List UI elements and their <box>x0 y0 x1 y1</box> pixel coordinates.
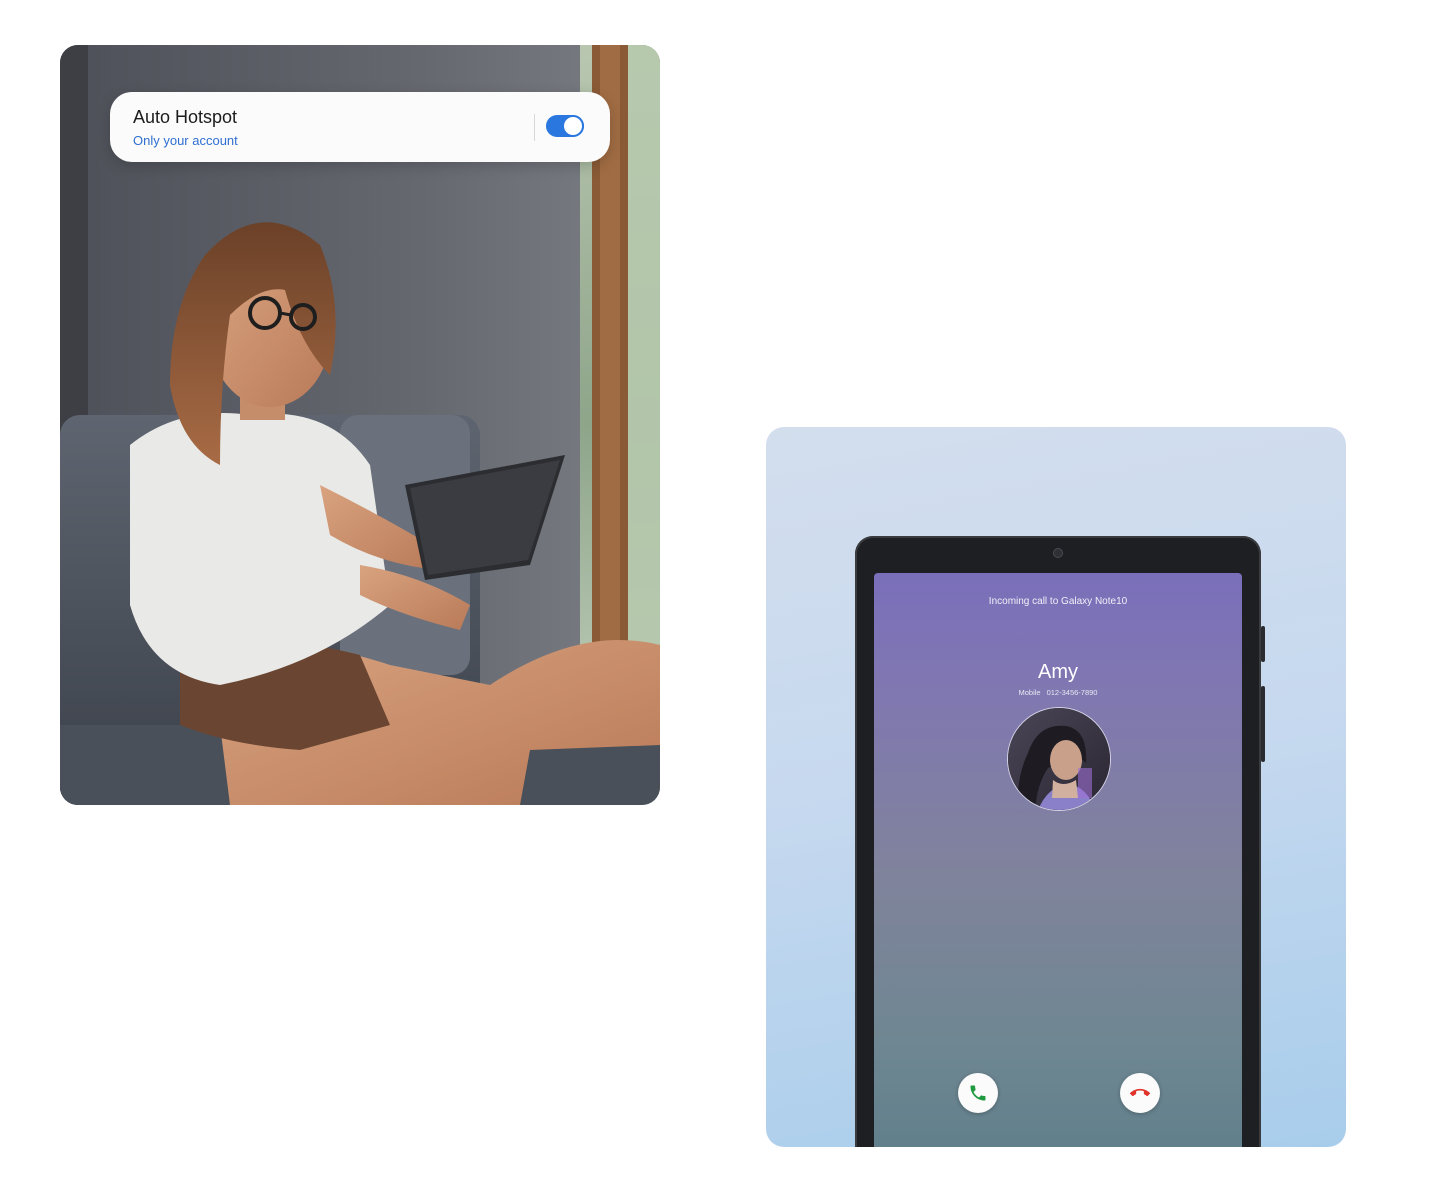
caller-avatar <box>1007 707 1111 811</box>
number-type: Mobile <box>1018 688 1041 697</box>
lifestyle-photo-card: Auto Hotspot Only your account <box>60 45 660 805</box>
front-camera-icon <box>1053 548 1063 558</box>
auto-hotspot-subtitle: Only your account <box>133 133 238 148</box>
auto-hotspot-card: Auto Hotspot Only your account <box>110 92 610 162</box>
auto-hotspot-title: Auto Hotspot <box>133 107 238 127</box>
caller-photo <box>1008 708 1110 810</box>
accept-call-button[interactable] <box>958 1073 998 1113</box>
auto-hotspot-toggle[interactable] <box>546 115 584 137</box>
incoming-call-header: Incoming call to Galaxy Note10 <box>988 596 1128 607</box>
caller-number: 012-3456-7890 <box>1046 688 1098 697</box>
toggle-knob <box>562 115 584 137</box>
volume-button <box>1261 626 1265 662</box>
caller-name: Amy <box>1038 661 1078 683</box>
tablet-device: Incoming call to Galaxy Note10 Amy Mobil… <box>855 536 1265 1147</box>
decline-call-button[interactable] <box>1120 1073 1160 1113</box>
call-screen: Incoming call to Galaxy Note10 Amy Mobil… <box>874 573 1242 1147</box>
power-button <box>1261 686 1265 762</box>
caller-number-line: Mobile 012-3456-7890 <box>874 688 1242 697</box>
phone-decline-icon <box>1130 1088 1150 1097</box>
phone-accept-icon <box>970 1085 986 1101</box>
divider <box>534 114 535 141</box>
incoming-call-card: Incoming call to Galaxy Note10 Amy Mobil… <box>766 427 1346 1147</box>
